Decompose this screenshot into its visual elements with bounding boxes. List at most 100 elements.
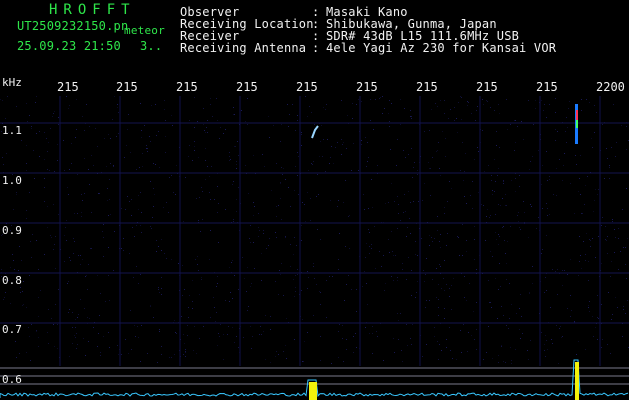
noise-speck [462, 142, 463, 143]
noise-speck [259, 334, 260, 335]
noise-speck [403, 212, 404, 213]
noise-speck [194, 326, 195, 327]
noise-speck [108, 247, 109, 248]
noise-speck [71, 143, 72, 144]
noise-speck [361, 101, 362, 102]
noise-speck [545, 356, 546, 357]
noise-speck [265, 359, 266, 360]
noise-speck [598, 318, 599, 319]
noise-speck [70, 260, 71, 261]
noise-speck [209, 176, 210, 177]
noise-speck [36, 331, 37, 332]
noise-speck [54, 111, 55, 112]
noise-speck [523, 139, 524, 140]
noise-speck [400, 99, 401, 100]
noise-speck [233, 114, 234, 115]
noise-speck [192, 301, 193, 302]
noise-speck [294, 339, 295, 340]
noise-speck [107, 188, 108, 189]
noise-speck [223, 133, 224, 134]
noise-speck [229, 301, 230, 302]
noise-speck [263, 230, 264, 231]
noise-speck [429, 168, 430, 169]
noise-speck [234, 114, 235, 115]
noise-speck [281, 124, 282, 125]
noise-speck [44, 132, 45, 133]
noise-speck [567, 127, 568, 128]
noise-speck [514, 120, 515, 121]
noise-speck [97, 346, 98, 347]
noise-speck [329, 163, 330, 164]
noise-speck [456, 118, 457, 119]
noise-speck [183, 354, 184, 355]
noise-speck [323, 139, 324, 140]
noise-speck [342, 338, 343, 339]
noise-speck [87, 317, 88, 318]
noise-speck [592, 316, 593, 317]
noise-speck [31, 128, 32, 129]
noise-speck [197, 256, 198, 257]
noise-speck [74, 213, 75, 214]
noise-speck [489, 217, 490, 218]
noise-speck [327, 139, 328, 140]
noise-speck [392, 251, 393, 252]
noise-speck [400, 313, 401, 314]
noise-speck [510, 124, 511, 125]
noise-speck [127, 129, 128, 130]
noise-speck [174, 354, 175, 355]
noise-speck [352, 103, 353, 104]
noise-speck [282, 174, 283, 175]
noise-speck [528, 359, 529, 360]
noise-speck [626, 278, 627, 279]
noise-speck [26, 170, 27, 171]
noise-speck [234, 146, 235, 147]
noise-speck [310, 220, 311, 221]
noise-speck [586, 99, 587, 100]
noise-speck [84, 130, 85, 131]
noise-speck [467, 105, 468, 106]
noise-speck [237, 141, 238, 142]
noise-speck [34, 178, 35, 179]
noise-speck [58, 124, 59, 125]
noise-speck [85, 276, 86, 277]
noise-speck [541, 100, 542, 101]
noise-speck [68, 312, 69, 313]
noise-speck [614, 229, 615, 230]
noise-speck [438, 284, 439, 285]
noise-speck [280, 198, 281, 199]
noise-speck [613, 104, 614, 105]
record-kind: meteor [124, 24, 165, 37]
noise-speck [278, 294, 279, 295]
noise-speck [553, 194, 554, 195]
noise-speck [280, 141, 281, 142]
noise-speck [466, 240, 467, 241]
noise-speck [374, 226, 375, 227]
noise-speck [76, 348, 77, 349]
noise-speck [161, 288, 162, 289]
noise-speck [391, 183, 392, 184]
noise-speck [273, 125, 274, 126]
noise-speck [16, 106, 17, 107]
noise-speck [229, 152, 230, 153]
noise-speck [311, 112, 312, 113]
noise-speck [188, 317, 189, 318]
noise-speck [438, 142, 439, 143]
noise-speck [85, 355, 86, 356]
noise-speck [200, 231, 201, 232]
noise-speck [583, 241, 584, 242]
noise-speck [476, 269, 477, 270]
noise-speck [124, 157, 125, 158]
noise-speck [89, 318, 90, 319]
noise-speck [36, 330, 37, 331]
noise-speck [210, 98, 211, 99]
noise-speck [36, 240, 37, 241]
noise-speck [23, 304, 24, 305]
noise-speck [55, 236, 56, 237]
noise-speck [490, 215, 491, 216]
noise-speck [247, 98, 248, 99]
noise-speck [364, 271, 365, 272]
noise-speck [187, 335, 188, 336]
noise-speck [476, 329, 477, 330]
noise-speck [342, 144, 343, 145]
noise-speck [588, 261, 589, 262]
